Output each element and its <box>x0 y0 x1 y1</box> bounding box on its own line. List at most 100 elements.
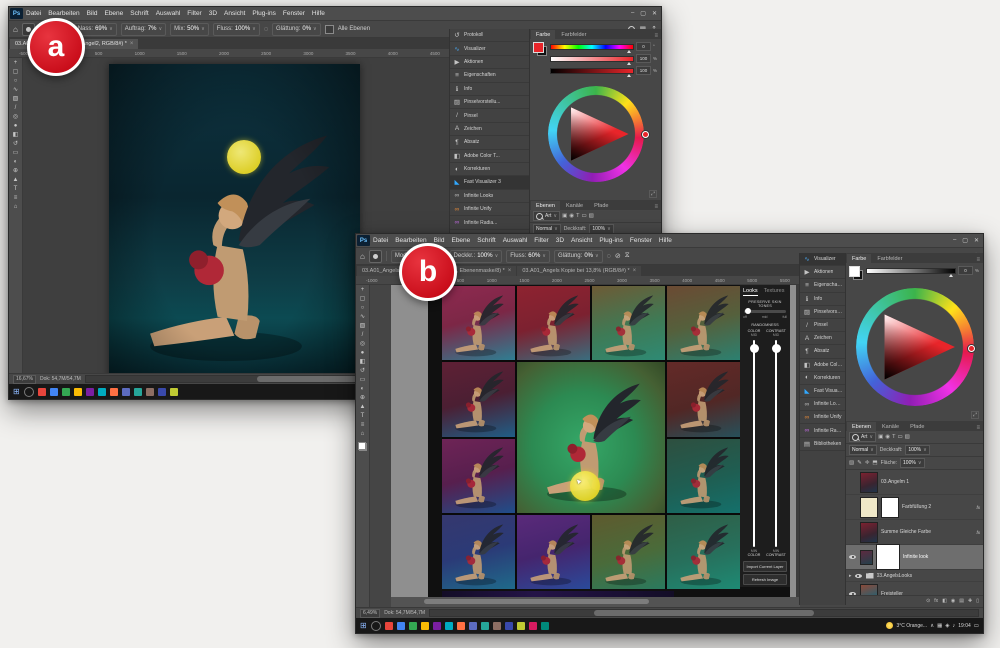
window-control-button[interactable]: – <box>631 10 634 17</box>
menu-item[interactable]: Schrift <box>477 237 495 244</box>
menu-item[interactable]: Filter <box>534 237 548 244</box>
home-icon[interactable]: ⌂ <box>360 252 365 261</box>
menu-item[interactable]: Fenster <box>283 10 305 17</box>
layer-visibility-toggle[interactable] <box>849 529 857 535</box>
weather-sun-icon[interactable] <box>886 622 894 629</box>
menu-item[interactable]: 3D <box>556 237 564 244</box>
gradient-tool[interactable]: ◐ <box>361 386 365 393</box>
look-variation-tile[interactable] <box>442 286 515 361</box>
panel-dock-item[interactable]: Fast Visualizer 3 <box>800 385 846 399</box>
layer-visibility-toggle[interactable] <box>849 591 857 595</box>
panel-dock-item[interactable]: Infinite Looks <box>800 398 846 412</box>
horizontal-scrollbar[interactable] <box>391 597 800 607</box>
foreground-background-swatches[interactable] <box>849 266 863 280</box>
tab-farbfelder[interactable]: Farbfelder <box>556 30 591 39</box>
layer-fx-badge[interactable]: fx <box>976 505 980 510</box>
look-variation-tile[interactable] <box>667 286 740 361</box>
hand-tool[interactable]: ⌂ <box>361 431 365 438</box>
smoothing-field[interactable]: Glättung: 0% ∨ <box>272 22 321 36</box>
panel-dock-item[interactable]: Protokoll <box>450 29 530 43</box>
airbrush-icon[interactable]: ◌ <box>264 26 268 33</box>
document-tab[interactable]: 03.A01_Angels Kopie bei 13,8% (RGB/8#) *… <box>517 266 642 276</box>
taskbar-app-icon[interactable] <box>432 621 441 630</box>
home-icon[interactable]: ⌂ <box>13 25 18 34</box>
menu-item[interactable]: Ansicht <box>571 237 592 244</box>
panel-dock-item[interactable]: Zeichen <box>800 332 846 346</box>
panel-dock-item[interactable]: Korrekturen <box>450 163 530 177</box>
panel-dock-item[interactable]: Pinsel <box>450 109 530 123</box>
taskbar-app-icon[interactable] <box>444 621 453 630</box>
layer-mask-thumbnail[interactable] <box>881 496 899 518</box>
filter-shape-icon[interactable]: ▭ <box>897 434 902 440</box>
look-variation-tile[interactable] <box>517 286 590 361</box>
close-icon[interactable]: × <box>130 41 134 47</box>
panel-dock-item[interactable]: Visualizer <box>450 42 530 56</box>
tray-media-icon[interactable]: ♪ <box>953 623 956 629</box>
looks-panel-tab[interactable]: Textures <box>764 288 785 296</box>
zoom-level-field[interactable]: 6,49% <box>360 608 381 618</box>
filter-effect-icon[interactable]: ◉ <box>569 213 574 219</box>
eraser-tool[interactable]: ▭ <box>13 150 19 157</box>
menu-item[interactable]: Datei <box>26 10 41 17</box>
brush-tool[interactable]: ● <box>361 350 365 357</box>
cortana-search-icon[interactable] <box>370 620 381 631</box>
slider-knob[interactable] <box>771 344 781 353</box>
color-slider[interactable] <box>866 267 956 277</box>
brush-preset-picker[interactable] <box>368 249 382 263</box>
taskbar-app-icon[interactable] <box>540 621 549 630</box>
tool-option-field[interactable]: Auftrag: 7% ∨ <box>120 22 167 36</box>
menu-item[interactable]: 3D <box>209 10 217 17</box>
panel-dock-item[interactable]: Adobe Color T... <box>450 150 530 163</box>
menu-item[interactable]: Hilfe <box>312 10 325 17</box>
filter-effect-icon[interactable]: ◉ <box>885 434 890 440</box>
menu-item[interactable]: Ansicht <box>224 10 245 17</box>
healing-tool[interactable]: ◎ <box>13 114 18 121</box>
hue-selector[interactable] <box>968 345 975 352</box>
color-slider[interactable] <box>550 67 634 77</box>
notification-icon[interactable]: ▭ <box>974 623 979 629</box>
panel-dock-item[interactable]: Aktionen <box>800 266 846 280</box>
refresh-image-button[interactable]: Refresh Image <box>743 574 787 585</box>
hand-tool[interactable]: ⌂ <box>14 204 18 211</box>
layer-thumbnail[interactable] <box>860 521 878 543</box>
vertical-slider[interactable] <box>771 340 781 547</box>
taskbar-app-icon[interactable] <box>145 387 154 396</box>
color-value-field[interactable]: 100 <box>636 66 651 75</box>
marquee-tool[interactable]: ▢ <box>360 296 366 303</box>
panel-dock-item[interactable]: Bibliotheken <box>800 438 846 451</box>
taskbar-app-icon[interactable] <box>121 387 130 396</box>
slider-knob[interactable] <box>745 308 751 314</box>
menu-item[interactable]: Auswahl <box>503 237 528 244</box>
tab-farbe[interactable]: Farbe <box>531 30 556 39</box>
blend-mode-select[interactable]: Normal ∨ <box>849 445 877 455</box>
import-current-layer-button[interactable]: Import Current Layer <box>743 561 787 572</box>
taskbar-app-icon[interactable] <box>384 621 393 630</box>
taskbar-app-icon[interactable] <box>85 387 94 396</box>
close-icon[interactable]: × <box>633 268 637 274</box>
weather-label[interactable]: 3°C Orange... <box>896 623 927 629</box>
look-variation-tile[interactable] <box>592 514 665 589</box>
preserve-skin-slider[interactable] <box>744 308 786 314</box>
move-tool[interactable]: + <box>14 60 18 67</box>
eyedropper-tool[interactable]: / <box>15 105 17 112</box>
tool-option-field[interactable]: Deckkr.: 100% ∨ <box>449 249 503 263</box>
marquee-tool[interactable]: ▢ <box>13 69 19 76</box>
menu-item[interactable]: Datei <box>373 237 388 244</box>
tab-farbfelder[interactable]: Farbfelder <box>872 254 907 263</box>
vertical-slider[interactable] <box>749 340 759 547</box>
menu-item[interactable]: Auswahl <box>156 10 181 17</box>
foreground-background-swatches[interactable] <box>358 442 367 451</box>
layer-row[interactable]: Infinite look fx <box>846 544 983 570</box>
cortana-search-icon[interactable] <box>23 386 34 397</box>
layer-visibility-toggle[interactable] <box>849 479 857 485</box>
eraser-tool[interactable]: ▭ <box>360 377 366 384</box>
shape-tool[interactable]: ≡ <box>14 195 18 202</box>
layer-filter-select[interactable]: Art ∨ <box>533 211 561 221</box>
filter-kind-icon[interactable]: ▣ <box>562 213 567 219</box>
tray-chevron-icon[interactable]: ∧ <box>930 623 934 629</box>
filter-kind-icon[interactable]: ▣ <box>878 434 883 440</box>
quick-select-tool[interactable]: ∿ <box>13 87 18 94</box>
look-variation-tile[interactable] <box>442 438 515 513</box>
lock-all-icon[interactable]: ⬒ <box>872 460 877 466</box>
taskbar-app-icon[interactable] <box>396 621 405 630</box>
